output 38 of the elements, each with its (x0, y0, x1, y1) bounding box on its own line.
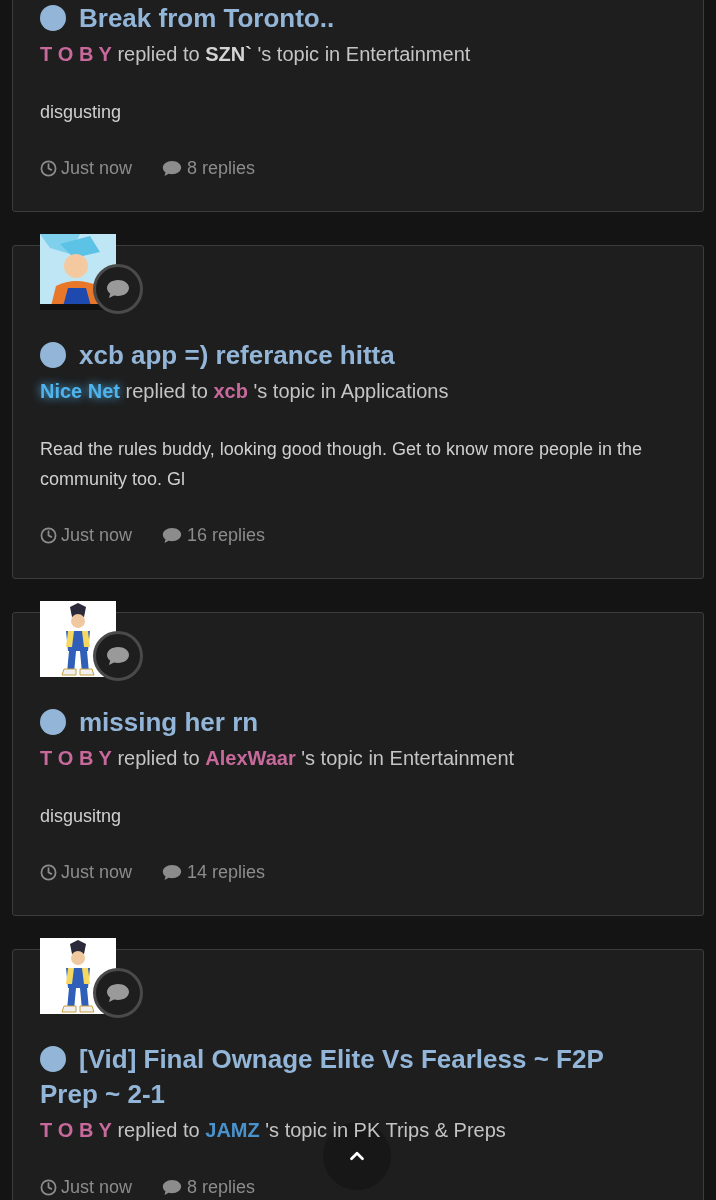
reply-count: 16 replies (187, 524, 266, 547)
reply-count: 8 replies (187, 1176, 256, 1199)
clock-icon (40, 159, 57, 177)
author-link[interactable]: T O B Y (40, 1119, 112, 1141)
author-link[interactable]: T O B Y (40, 43, 112, 65)
post-excerpt: disgusitng (40, 805, 123, 828)
post-time: Just now (61, 861, 133, 884)
reply-count: 14 replies (187, 861, 266, 884)
topic-author-link[interactable]: SZN` (205, 43, 252, 65)
activity-line: T O B Y replied to SZN` 's topic in Entertainment (40, 42, 471, 67)
activity-line: T O B Y replied to JAMZ 's topic in PK Trips & Preps (40, 1118, 506, 1143)
clock-icon (40, 526, 57, 544)
post-time: Just now (61, 524, 133, 547)
topic-title-link[interactable]: [Vid] Final Ownage Elite Vs Fearless ~ F2P Prep ~ 2-1 (40, 1042, 676, 1112)
clock-icon (40, 863, 57, 881)
post-time: Just now (61, 157, 133, 180)
activity-line: T O B Y replied to AlexWaar 's topic in Entertainment (40, 746, 515, 771)
speech-bubble-icon (162, 526, 183, 544)
activity-line: Nice Net replied to xcb 's topic in Applications (40, 379, 449, 404)
speech-bubble-icon (162, 159, 183, 177)
speech-bubble-icon (162, 1178, 183, 1196)
author-link[interactable]: Nice Net (40, 380, 121, 402)
topic-title-link[interactable]: xcb app =) referance hitta (40, 338, 445, 373)
post-excerpt: disgusting (40, 101, 123, 124)
reply-count: 8 replies (187, 157, 256, 180)
topic-author-link[interactable]: AlexWaar (205, 747, 296, 769)
speech-bubble-icon (106, 983, 130, 1003)
speech-bubble-icon (162, 863, 183, 881)
speech-bubble-icon (106, 646, 130, 666)
topic-title-link[interactable]: missing her rn (40, 705, 309, 740)
post-time: Just now (61, 1176, 133, 1199)
topic-title-link[interactable]: Break from Toronto.. (40, 1, 385, 36)
author-link[interactable]: T O B Y (40, 747, 112, 769)
clock-icon (40, 1178, 57, 1196)
speech-bubble-icon (106, 279, 130, 299)
post-excerpt: Read the rules buddy, looking good though. Get to know more people in the community too. Gl (40, 438, 644, 491)
topic-author-link[interactable]: JAMZ (205, 1119, 260, 1141)
topic-author-link[interactable]: xcb (213, 380, 248, 402)
